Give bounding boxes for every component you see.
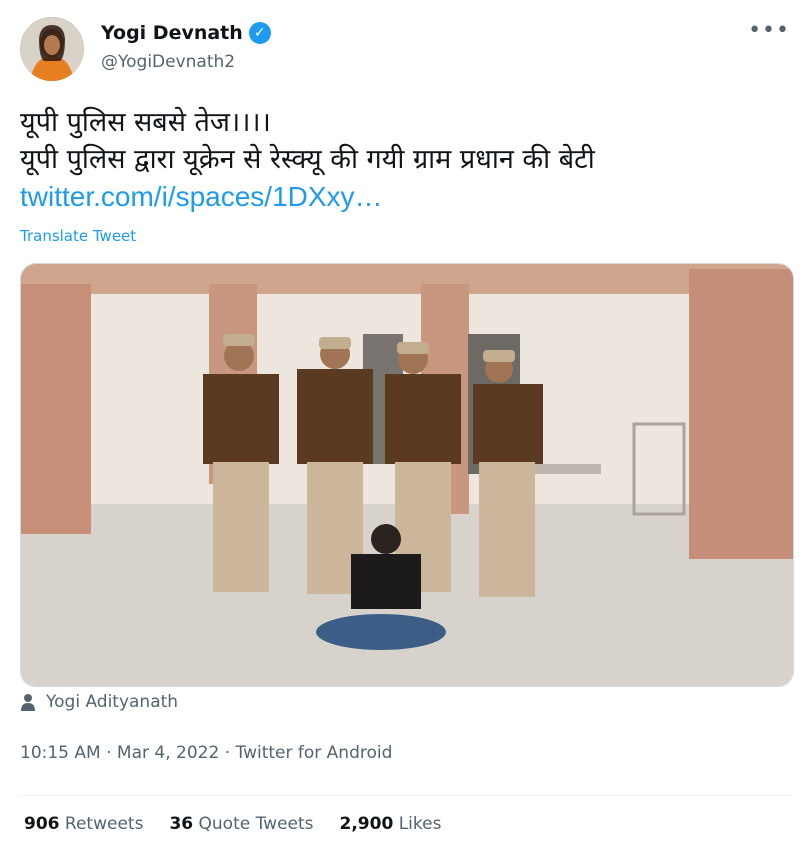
likes-count: 2,900 (339, 814, 394, 834)
author-handle[interactable]: @YogiDevnath2 (101, 52, 235, 72)
tweet-date[interactable]: Mar 4, 2022 (117, 743, 219, 763)
likes-stat[interactable]: 2,900 Likes (340, 814, 442, 834)
author-avatar[interactable] (20, 17, 84, 81)
retweets-count: 906 (24, 814, 60, 834)
tweet-link[interactable]: twitter.com/i/spaces/1DXxy… (20, 178, 595, 215)
photo-police-scene (21, 264, 793, 686)
tagged-user-name[interactable]: Yogi Adityanath (46, 692, 178, 712)
tweet-line-2: यूपी पुलिस द्वारा यूक्रेन से रेस्क्यू की… (20, 144, 595, 175)
meta-separator: · (106, 743, 112, 763)
retweets-stat[interactable]: 906 Retweets (24, 814, 143, 834)
tweet-meta: 10:15 AM · Mar 4, 2022 · Twitter for And… (20, 743, 392, 763)
tweet-stats: 906 Retweets 36 Quote Tweets 2,900 Likes (24, 814, 441, 834)
quote-tweets-stat[interactable]: 36 Quote Tweets (169, 814, 313, 834)
divider (20, 795, 792, 796)
person-icon (21, 694, 35, 711)
retweets-label: Retweets (64, 814, 144, 834)
tweet-time[interactable]: 10:15 AM (20, 743, 101, 763)
tweet-media-image[interactable] (20, 263, 794, 687)
likes-label: Likes (398, 814, 442, 834)
tagged-users[interactable]: Yogi Adityanath (20, 692, 178, 712)
quote-tweets-label: Quote Tweets (198, 814, 314, 834)
translate-tweet-link[interactable]: Translate Tweet (20, 227, 136, 245)
tweet-source[interactable]: Twitter for Android (236, 743, 393, 763)
tweet-text: यूपी पुलिस सबसे तेज।।।। यूपी पुलिस द्वार… (20, 104, 595, 215)
author-name-row[interactable]: Yogi Devnath ✓ (101, 22, 271, 44)
more-options-icon[interactable]: ••• (748, 18, 790, 43)
author-name[interactable]: Yogi Devnath (101, 22, 243, 44)
meta-separator: · (224, 743, 231, 763)
verified-badge-icon: ✓ (248, 22, 271, 44)
quote-tweets-count: 36 (169, 814, 194, 834)
tweet-line-1: यूपी पुलिस सबसे तेज।।।। (20, 107, 271, 138)
